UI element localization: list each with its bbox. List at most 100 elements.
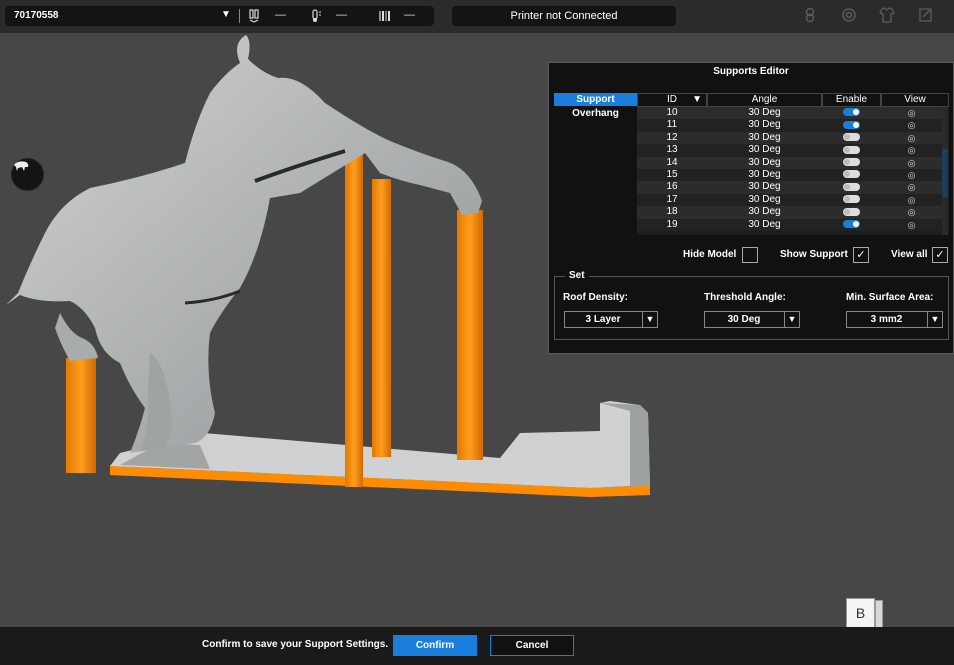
eye-icon[interactable]: ◎ [908,181,916,193]
settings-icon[interactable] [840,7,858,25]
row-enable-cell [822,169,881,181]
row-id: 14 [666,156,678,168]
eye-icon[interactable]: ◎ [908,194,916,206]
row-id: 18 [666,206,678,218]
view-cube-front[interactable]: B [846,598,875,628]
table-row[interactable]: 12 30 Deg ◎ [637,131,942,145]
edit-icon[interactable] [917,7,935,25]
table-row[interactable]: 11 30 Deg ◎ [637,119,942,132]
eye-icon[interactable]: ◎ [908,132,916,144]
table-row[interactable]: 10 30 Deg ◎ [637,107,942,120]
column-id[interactable]: ID ▼ [637,93,707,107]
sort-arrow-icon[interactable]: ▼ [692,94,702,106]
hide-model-checkbox[interactable] [742,247,758,263]
nozzle-temp-icon [248,9,260,26]
column-angle[interactable]: Angle [707,93,822,107]
eye-icon[interactable]: ◎ [908,144,916,156]
view-cube-side[interactable] [875,600,883,628]
enable-toggle[interactable] [843,157,860,166]
table-row[interactable]: 19 30 Deg ◎ [637,218,942,231]
eye-icon[interactable]: ◎ [908,169,916,181]
row-enable-cell [822,219,881,231]
enable-toggle[interactable] [843,145,860,154]
nozzle-temp-value: — [275,9,286,21]
threshold-angle-label: Threshold Angle: [704,292,786,303]
column-enable[interactable]: Enable [822,93,881,107]
view-all-checkbox[interactable]: ✓ [932,247,948,263]
shirt-icon[interactable] [878,7,896,25]
show-support-checkbox[interactable]: ✓ [853,247,869,263]
row-id: 19 [666,218,678,230]
enable-toggle[interactable] [843,195,860,204]
enable-toggle[interactable] [843,170,860,179]
enable-toggle[interactable] [843,120,860,129]
confirm-message: Confirm to save your Support Settings. [202,639,389,650]
tab-support[interactable]: Support [554,93,637,106]
row-enable-cell [822,194,881,206]
show-support-label: Show Support [780,249,848,260]
table-row[interactable]: 13 30 Deg ◎ [637,144,942,157]
row-view-cell: ◎ [881,144,942,156]
table-row[interactable]: 14 30 Deg ◎ [637,156,942,169]
column-id-label: ID [667,94,677,105]
view-cube[interactable]: B [846,598,883,628]
row-enable-cell [822,119,881,131]
min-surface-area-select[interactable]: 3 mm2 ▼ [846,311,943,328]
check-mark-icon: ✓ [856,249,866,261]
row-enable-cell [822,157,881,169]
row-angle: 30 Deg [748,169,781,180]
camera-icon[interactable] [801,7,819,25]
roof-density-select[interactable]: 3 Layer ▼ [564,311,658,328]
table-row[interactable]: 18 30 Deg ◎ [637,206,942,219]
row-enable-cell [822,181,881,193]
enable-toggle[interactable] [843,108,860,117]
row-view-cell: ◎ [881,169,942,181]
check-mark-icon: ✓ [935,249,945,261]
enable-toggle[interactable] [843,219,860,228]
row-enable-cell [822,206,881,218]
bed-temp-icon [310,9,322,26]
tab-overhang[interactable]: Overhang [554,107,637,120]
row-view-cell: ◎ [881,132,942,144]
scrollbar-thumb[interactable] [942,149,948,197]
enable-toggle[interactable] [843,182,860,191]
chevron-down-icon[interactable]: ▼ [221,9,231,20]
filament-value: — [404,9,415,21]
eye-icon[interactable]: ◎ [908,157,916,169]
row-view-cell: ◎ [881,181,942,193]
row-id: 16 [666,181,678,193]
eye-icon[interactable]: ◎ [908,119,916,131]
table-row[interactable]: 17 30 Deg ◎ [637,193,942,207]
supports-editor-panel: Supports Editor Support Overhang ID ▼ An… [548,62,954,354]
model-selector[interactable]: 70170558 ▼ — — — [5,6,434,26]
min-surface-area-label: Min. Surface Area: [846,292,934,303]
chevron-down-icon[interactable]: ▼ [927,312,942,327]
filament-icon [378,9,392,26]
chevron-down-icon[interactable]: ▼ [784,312,799,327]
row-view-cell: ◎ [881,157,942,169]
view-mode-button[interactable] [11,158,44,191]
row-id: 11 [666,119,678,131]
eye-icon[interactable]: ◎ [908,107,916,119]
row-angle: 30 Deg [748,181,781,193]
roof-density-value: 3 Layer [585,314,621,325]
bed-temp-value: — [336,9,347,21]
top-bar: 70170558 ▼ — — — Printer not Connected [0,0,954,33]
eye-icon[interactable]: ◎ [908,219,916,231]
cancel-button[interactable]: Cancel [490,635,574,656]
threshold-angle-select[interactable]: 30 Deg ▼ [704,311,800,328]
row-id: 15 [666,169,678,180]
confirm-button[interactable]: Confirm [393,635,477,656]
enable-toggle[interactable] [843,207,860,216]
chevron-down-icon[interactable]: ▼ [642,312,657,327]
model-name: 70170558 [14,10,59,21]
eye-icon[interactable]: ◎ [908,206,916,218]
set-legend: Set [565,270,589,281]
row-view-cell: ◎ [881,107,942,119]
table-row[interactable]: 15 30 Deg ◎ [637,169,942,182]
column-view[interactable]: View [881,93,949,107]
enable-toggle[interactable] [843,133,860,142]
table-row[interactable]: 16 30 Deg ◎ [637,181,942,194]
row-enable-cell [822,107,881,119]
table-scrollbar[interactable] [942,107,948,235]
